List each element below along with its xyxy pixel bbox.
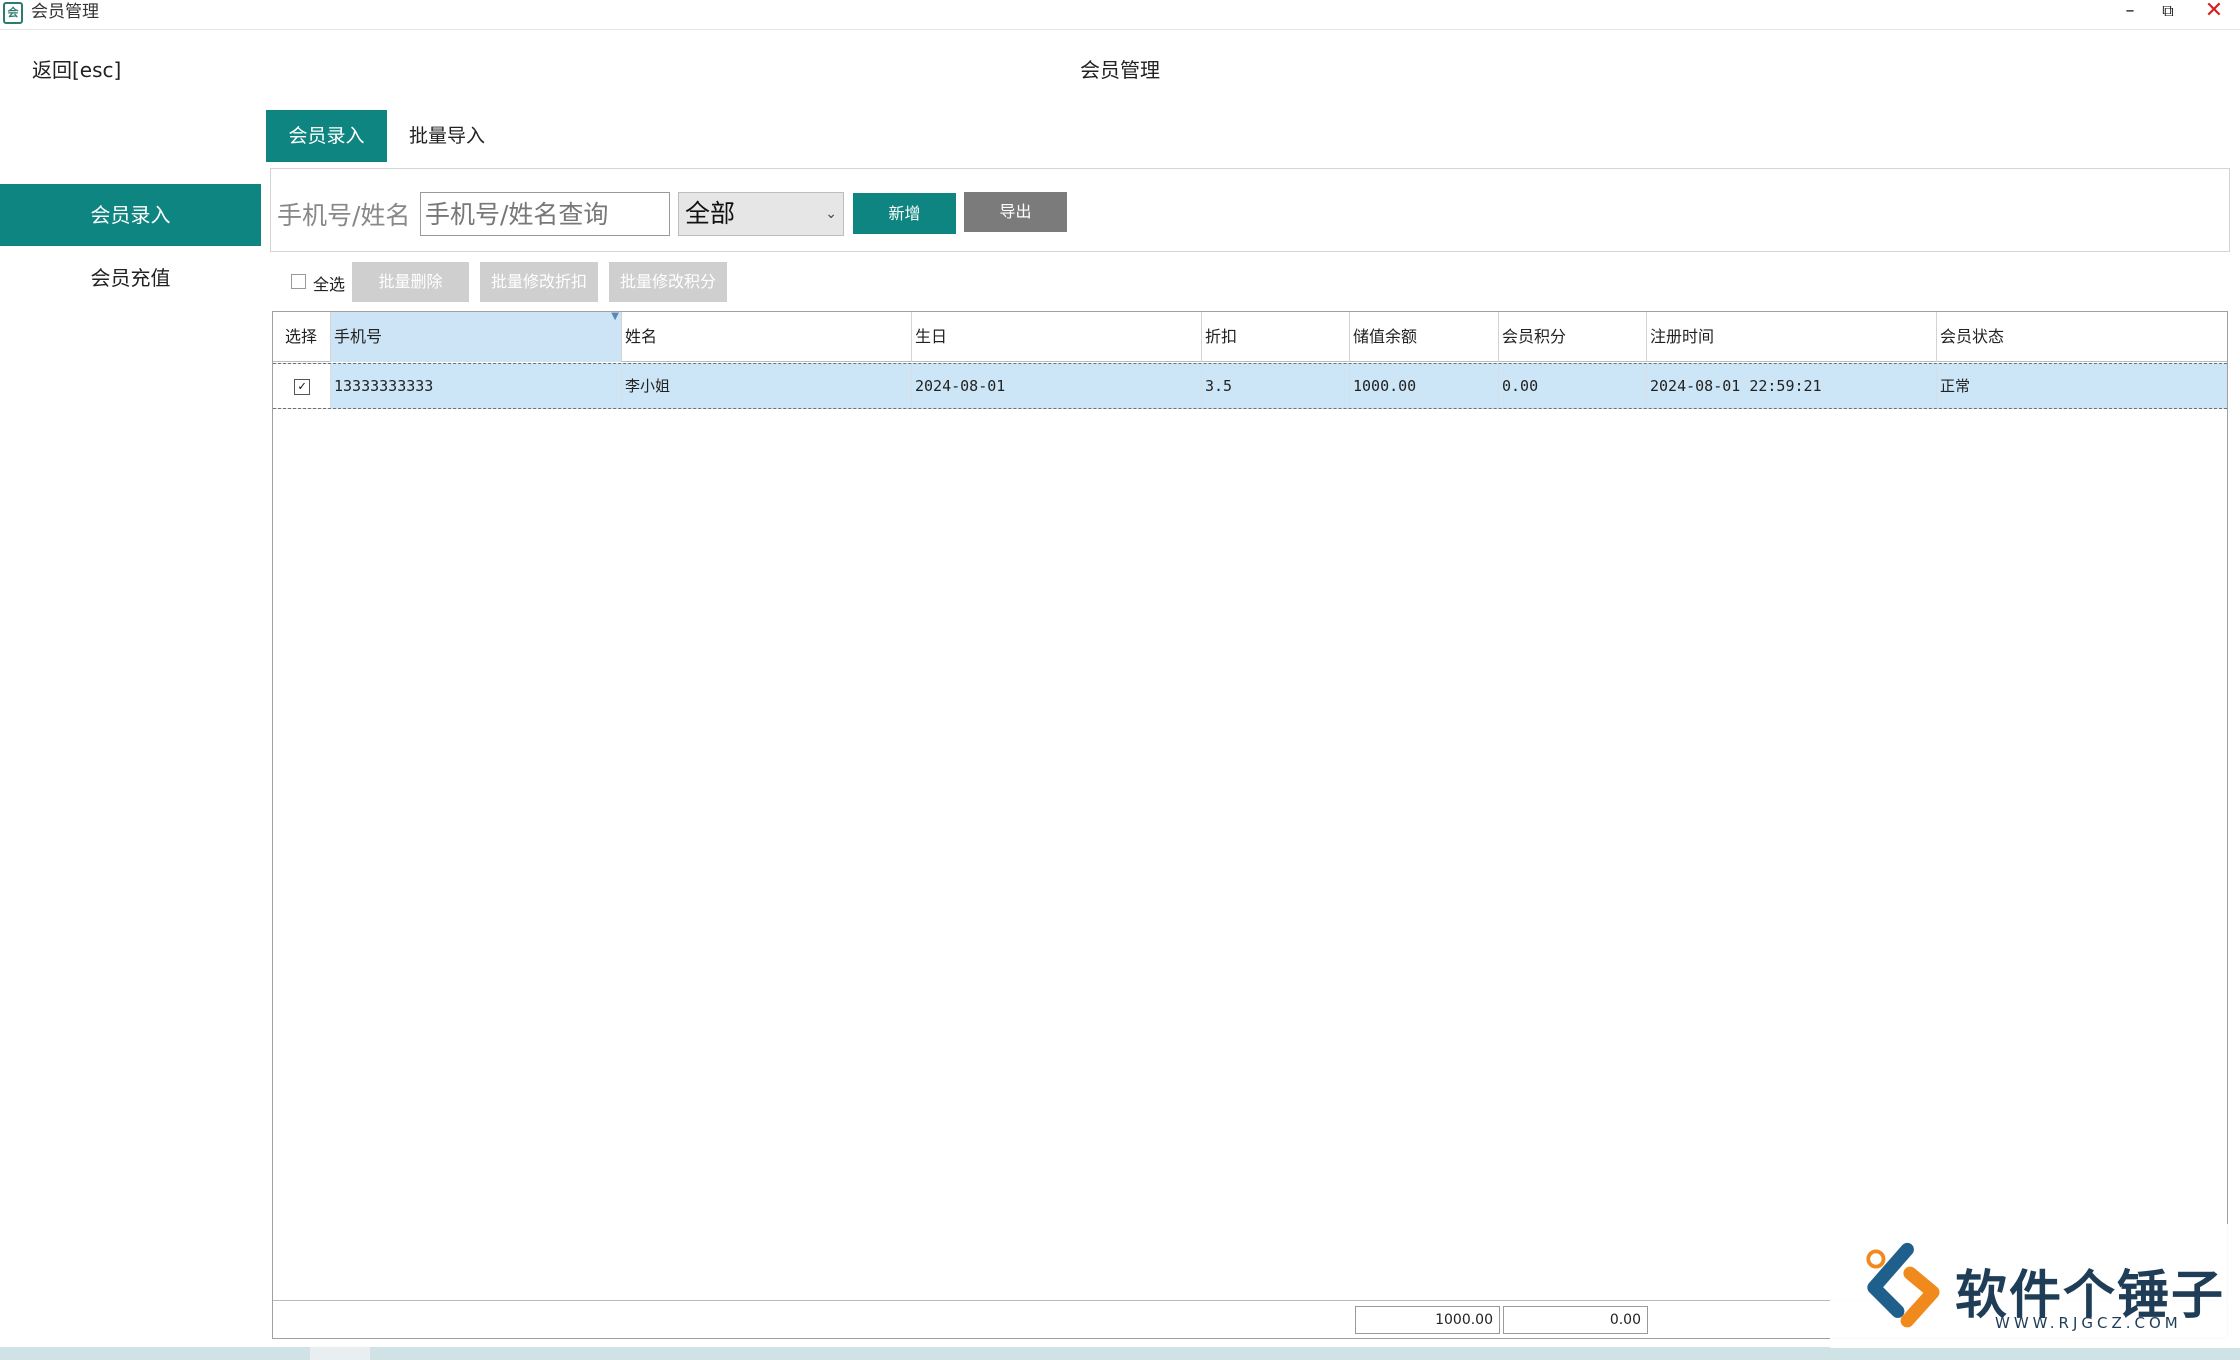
restore-button[interactable]: ⧉ [2150,0,2186,24]
column-header-select[interactable]: 选择 [273,312,331,362]
column-header-points[interactable]: 会员积分 [1499,312,1647,362]
table-header: 选择 手机号 ▼ 姓名 生日 折扣 储值余额 会员积分 注册时间 会员状态 [273,311,2227,362]
cell-status: 正常 [1940,377,1971,395]
total-points: 0.00 [1503,1306,1648,1334]
page-title: 会员管理 [1080,58,1160,82]
chevron-down-icon: ⌄ [825,206,837,222]
row-select-cell[interactable]: ✓ [273,364,331,408]
cell-name: 李小姐 [622,364,912,408]
close-button[interactable]: ✕ [2196,0,2232,24]
tab-batch-import[interactable]: 批量导入 [392,110,502,162]
add-button[interactable]: 新增 [853,193,956,234]
column-header-name[interactable]: 姓名 [622,312,912,362]
cell-phone: 13333333333 [331,364,622,408]
column-header-phone[interactable]: 手机号 ▼ [331,311,622,362]
cell-discount: 3.5 [1202,364,1350,408]
export-button[interactable]: 导出 [964,192,1067,232]
tab-member-entry[interactable]: 会员录入 [266,110,387,162]
watermark-logo-icon [1866,1242,1940,1328]
filter-label: 手机号/姓名 [277,201,411,230]
taskbar-item [310,1347,370,1360]
cell-balance: 1000.00 [1350,364,1499,408]
search-input[interactable] [420,192,670,236]
column-header-balance[interactable]: 储值余额 [1350,312,1499,362]
batch-edit-points-button[interactable]: 批量修改积分 [609,262,727,302]
column-header-discount[interactable]: 折扣 [1202,312,1350,362]
column-header-phone-label: 手机号 [334,327,383,346]
batch-edit-discount-button[interactable]: 批量修改折扣 [480,262,598,302]
window-titlebar [0,0,2240,30]
member-table: 选择 手机号 ▼ 姓名 生日 折扣 储值余额 会员积分 注册时间 会员状态 ✓ … [272,311,2228,1339]
select-all-label[interactable]: 全选 [313,271,345,295]
column-header-birthday[interactable]: 生日 [912,312,1202,362]
select-all-checkbox[interactable] [291,274,306,289]
app-icon: 会 [3,2,23,24]
cell-registered: 2024-08-01 22:59:21 [1647,364,1937,408]
sidebar-item-member-recharge[interactable]: 会员充值 [0,247,261,309]
total-balance: 1000.00 [1355,1306,1500,1334]
sort-indicator-icon: ▼ [611,311,619,322]
check-icon[interactable]: ✓ [294,379,310,395]
back-button[interactable]: 返回[esc] [32,54,121,83]
table-row[interactable]: ✓ 13333333333 李小姐 2024-08-01 3.5 1000.00… [273,363,2227,409]
column-header-status[interactable]: 会员状态 [1937,312,2227,362]
cell-points: 0.00 [1499,364,1647,408]
column-header-registered[interactable]: 注册时间 [1647,312,1937,362]
status-select[interactable]: 全部 ⌄ [678,192,844,236]
cell-birthday: 2024-08-01 [912,364,1202,408]
sidebar-item-member-entry[interactable]: 会员录入 [0,184,261,246]
minimize-button[interactable]: – [2112,0,2148,24]
watermark-url: WWW.RJGCZ.COM [1995,1314,2182,1332]
window-title: 会员管理 [31,2,99,22]
status-select-value: 全部 [685,199,736,228]
batch-delete-button[interactable]: 批量删除 [352,262,469,302]
